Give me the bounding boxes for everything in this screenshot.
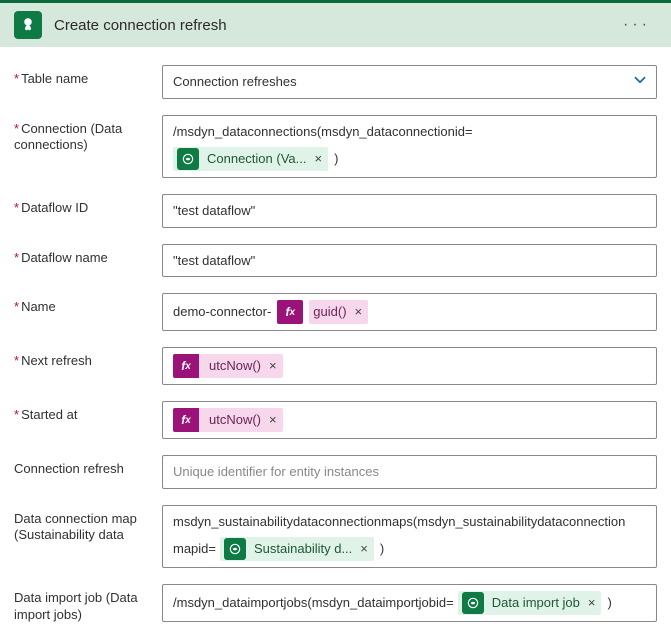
connection-token-remove[interactable]: × — [314, 149, 322, 169]
name-expr-remove[interactable]: × — [355, 302, 363, 322]
connection-refresh-input[interactable]: Unique identifier for entity instances — [162, 455, 657, 489]
more-menu-button[interactable]: ··· — [617, 16, 657, 34]
dataverse-token-icon — [177, 148, 199, 170]
started-at-remove[interactable]: × — [269, 410, 277, 430]
label-next-refresh: Next refresh — [14, 347, 162, 370]
dataverse-logo-icon — [14, 11, 42, 39]
label-data-import-job: Data import job (Data import jobs) — [14, 584, 162, 624]
dataverse-token-icon — [462, 592, 484, 614]
map-line2-prefix: mapid= — [173, 539, 216, 559]
dataflow-id-input[interactable]: "test dataflow" — [162, 194, 657, 228]
next-refresh-label: utcNow() — [209, 356, 261, 376]
label-connection-refresh: Connection refresh — [14, 455, 162, 478]
data-connection-map-input[interactable]: msdyn_sustainabilitydataconnectionmaps(m… — [162, 505, 657, 569]
table-name-select[interactable]: Connection refreshes — [162, 65, 657, 99]
name-expr-token[interactable]: guid() × — [309, 300, 368, 324]
import-token-label: Data import job — [492, 593, 580, 613]
dataflow-name-value: "test dataflow" — [173, 251, 255, 271]
connection-suffix-text: ) — [334, 149, 338, 169]
fx-icon: fx — [277, 300, 303, 324]
connection-token-label: Connection (Va... — [207, 149, 306, 169]
label-name: Name — [14, 293, 162, 316]
map-suffix-text: ) — [380, 539, 384, 559]
connection-prefix-text: /msdyn_dataconnections(msdyn_dataconnect… — [173, 122, 473, 142]
chevron-down-icon — [632, 71, 648, 93]
fx-icon: fx — [173, 354, 199, 378]
map-line1-text: msdyn_sustainabilitydataconnectionmaps(m… — [173, 512, 625, 532]
name-expr-label: guid() — [313, 302, 346, 322]
started-at-label: utcNow() — [209, 410, 261, 430]
label-data-connection-map: Data connection map (Sustainability data — [14, 505, 162, 545]
name-input[interactable]: demo-connector- fx guid() × — [162, 293, 657, 331]
card-title: Create connection refresh — [54, 17, 605, 34]
started-at-token[interactable]: fx utcNow() × — [173, 408, 283, 432]
dataverse-token-icon — [224, 538, 246, 560]
map-token-label: Sustainability d... — [254, 539, 352, 559]
dataflow-name-input[interactable]: "test dataflow" — [162, 244, 657, 278]
map-token-remove[interactable]: × — [360, 539, 368, 559]
next-refresh-input[interactable]: fx utcNow() × — [162, 347, 657, 385]
import-token-remove[interactable]: × — [588, 593, 596, 613]
connection-input[interactable]: /msdyn_dataconnections(msdyn_dataconnect… — [162, 115, 657, 179]
label-dataflow-id: Dataflow ID — [14, 194, 162, 217]
import-token[interactable]: Data import job × — [458, 591, 602, 615]
next-refresh-remove[interactable]: × — [269, 356, 277, 376]
label-started-at: Started at — [14, 401, 162, 424]
next-refresh-token[interactable]: fx utcNow() × — [173, 354, 283, 378]
map-token[interactable]: Sustainability d... × — [220, 537, 374, 561]
import-suffix-text: ) — [607, 593, 611, 613]
data-import-job-input[interactable]: /msdyn_dataimportjobs(msdyn_dataimportjo… — [162, 584, 657, 622]
label-connection: Connection (Data connections) — [14, 115, 162, 155]
dataflow-id-value: "test dataflow" — [173, 201, 255, 221]
label-table-name: Table name — [14, 65, 162, 88]
connection-token[interactable]: Connection (Va... × — [173, 147, 328, 171]
label-dataflow-name: Dataflow name — [14, 244, 162, 267]
started-at-input[interactable]: fx utcNow() × — [162, 401, 657, 439]
card-header: Create connection refresh ··· — [0, 0, 671, 47]
name-prefix-text: demo-connector- — [173, 302, 271, 322]
table-name-value: Connection refreshes — [173, 72, 297, 92]
form-body: Table name Connection refreshes Connecti… — [0, 47, 671, 636]
connection-refresh-placeholder: Unique identifier for entity instances — [173, 462, 379, 482]
import-prefix-text: /msdyn_dataimportjobs(msdyn_dataimportjo… — [173, 593, 454, 613]
fx-icon: fx — [173, 408, 199, 432]
